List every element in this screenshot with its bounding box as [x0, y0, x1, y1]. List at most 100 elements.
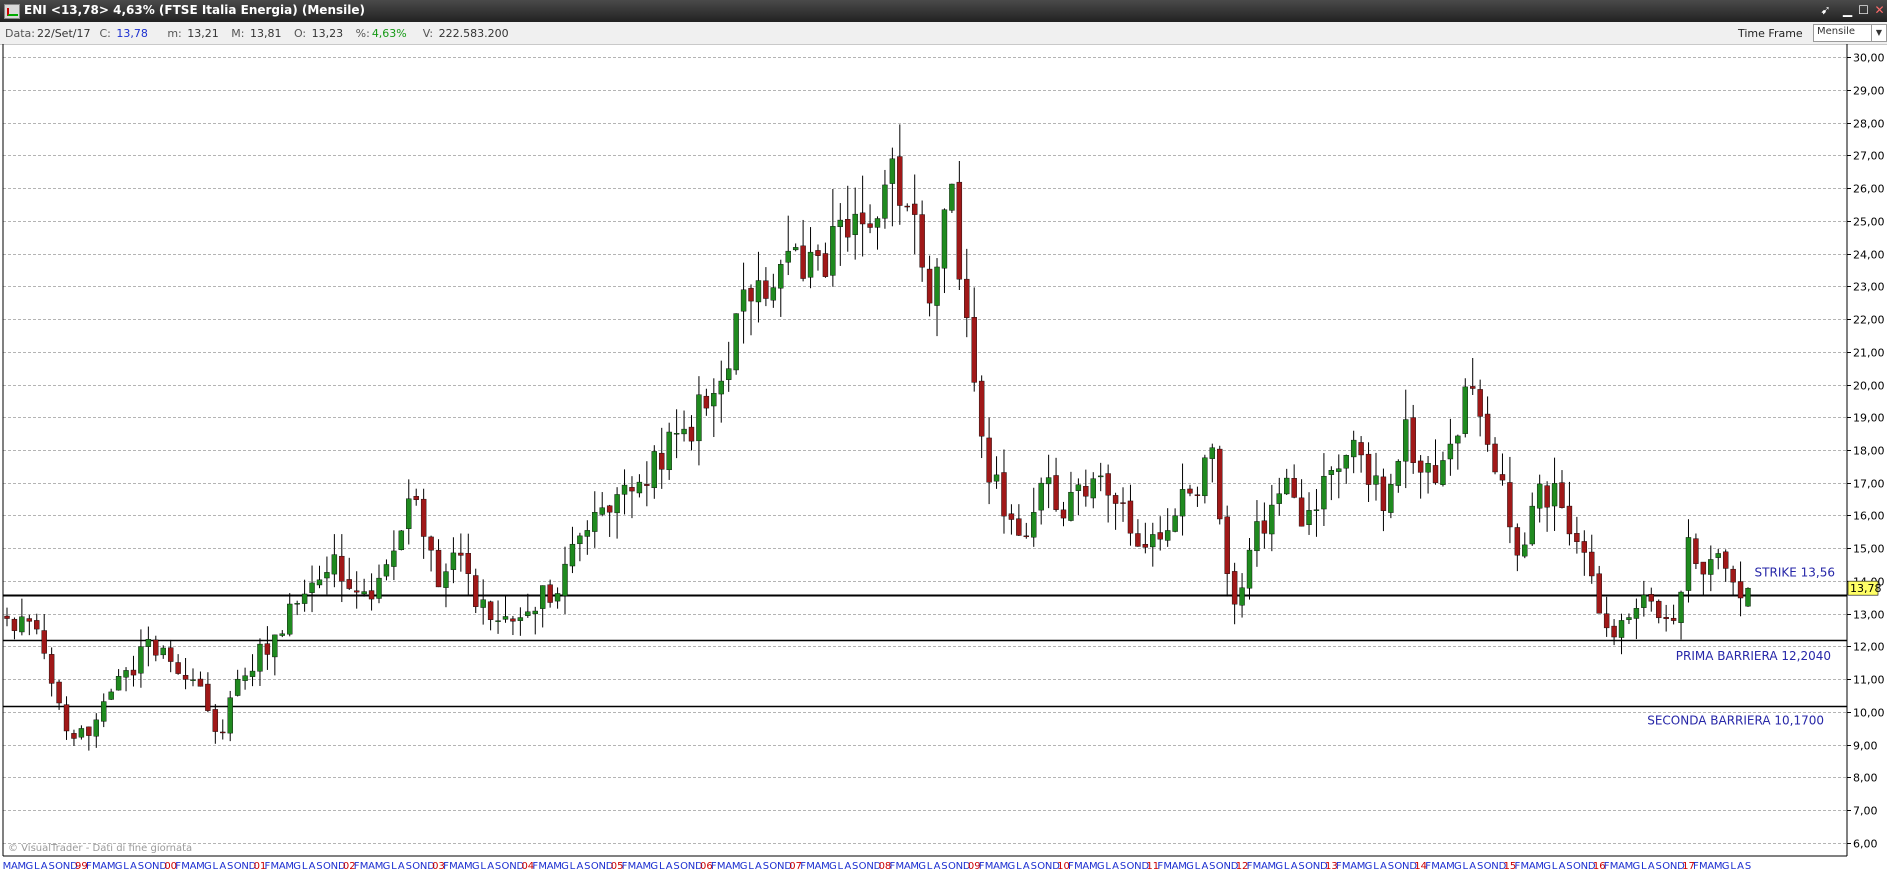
- x-month-label: L: [1730, 861, 1736, 872]
- candle-body: [71, 733, 77, 739]
- maximize-icon[interactable]: ☐: [1856, 3, 1871, 18]
- x-month-label: L: [1462, 861, 1468, 872]
- candle-body: [272, 634, 278, 658]
- x-month-label: L: [34, 861, 40, 872]
- x-month-label: S: [584, 861, 590, 872]
- level-lines: [3, 594, 1847, 708]
- x-month-label: S: [316, 861, 322, 872]
- candle-body: [227, 697, 233, 734]
- x-month-label: S: [1388, 861, 1394, 872]
- x-month-label: A: [1648, 861, 1655, 872]
- candle-body: [1358, 442, 1364, 456]
- y-tick-label: 6,00: [1853, 838, 1878, 851]
- candle-body: [569, 543, 576, 567]
- x-month-label: G: [1275, 861, 1283, 872]
- x-month-label: G: [1543, 861, 1551, 872]
- label-strike: STRIKE 13,56: [1755, 565, 1835, 579]
- candle-body: [614, 494, 620, 514]
- candle-body: [1440, 460, 1446, 485]
- x-month-label: A: [1291, 861, 1298, 872]
- candle-body: [1388, 484, 1394, 513]
- candle-body: [220, 731, 226, 734]
- close-icon[interactable]: ✕: [1872, 3, 1887, 18]
- quote-summary: Data: 22/Set/17 C: 13,78 m: 13,21 M: 13,8…: [5, 27, 511, 40]
- close-value: 13,78: [116, 27, 148, 40]
- candle-body: [4, 615, 10, 619]
- candle-body: [1603, 613, 1610, 629]
- x-month-label: G: [1633, 861, 1641, 872]
- candle-body: [1298, 497, 1305, 527]
- candle-body: [725, 368, 732, 380]
- pin-icon[interactable]: ➹: [1818, 3, 1833, 18]
- x-month-label: L: [1552, 861, 1558, 872]
- x-month-label: G: [1008, 861, 1016, 872]
- candle-body: [956, 181, 963, 280]
- candle-body: [1127, 500, 1134, 534]
- x-month-label: L: [1195, 861, 1201, 872]
- candle-body: [740, 289, 747, 312]
- candle-body: [904, 205, 910, 208]
- candle-body: [1328, 470, 1335, 475]
- minimize-icon[interactable]: ▁: [1840, 3, 1855, 18]
- x-month-label: S: [406, 861, 412, 872]
- candle-body: [242, 675, 248, 681]
- timeframe-value: Mensile: [1817, 26, 1856, 37]
- candle-body: [1730, 568, 1736, 583]
- candle-body: [1157, 532, 1163, 540]
- x-month-label: S: [763, 861, 769, 872]
- candle-body: [1261, 520, 1268, 534]
- candle-body: [1217, 448, 1223, 520]
- candle-body: [1462, 386, 1468, 434]
- candle-body: [406, 498, 412, 529]
- candle-body: [733, 313, 739, 371]
- candle-body: [525, 611, 531, 616]
- candle-body: [413, 496, 419, 500]
- x-month-label: G: [1365, 861, 1373, 872]
- candle-body: [1715, 553, 1721, 558]
- candle-body: [1321, 475, 1327, 510]
- x-month-label: S: [1477, 861, 1483, 872]
- low-value: 13,21: [187, 27, 219, 40]
- candle-body: [1083, 486, 1089, 497]
- y-tick-label: 16,00: [1853, 510, 1885, 523]
- candle-body: [138, 646, 144, 674]
- candle-body: [190, 679, 196, 681]
- y-tick-label: 12,00: [1853, 641, 1885, 654]
- x-month-label: A: [1737, 861, 1744, 872]
- candle-body: [182, 675, 189, 680]
- candle-body: [592, 512, 598, 532]
- candle-body: [1663, 617, 1669, 620]
- date-label: Data:: [5, 27, 35, 40]
- candle-body: [912, 203, 918, 215]
- candle-body: [1417, 460, 1424, 473]
- x-month-label: A: [1469, 861, 1476, 872]
- y-tick-label: 18,00: [1853, 445, 1885, 458]
- candle-body: [331, 554, 338, 575]
- candle-body: [78, 728, 85, 738]
- candle-body: [175, 662, 181, 674]
- candle-body: [636, 481, 643, 494]
- candle-body: [1477, 389, 1483, 417]
- candle-body: [778, 264, 784, 289]
- candle-body: [934, 266, 940, 306]
- candle-body: [264, 643, 271, 655]
- candle-body: [167, 647, 174, 662]
- x-month-label: A: [398, 861, 405, 872]
- candle-body: [703, 395, 710, 409]
- timeframe-select[interactable]: Mensile ▼: [1813, 24, 1887, 42]
- candle-body: [1276, 493, 1282, 504]
- candle-body: [443, 571, 449, 588]
- candle-body: [718, 380, 724, 395]
- x-month-label: M: [1610, 861, 1619, 872]
- candle-body: [1365, 453, 1372, 485]
- chevron-down-icon[interactable]: ▼: [1871, 25, 1886, 41]
- x-month-label: G: [829, 861, 837, 872]
- x-month-label: L: [1373, 861, 1379, 872]
- candle-body: [1745, 587, 1751, 607]
- x-month-label: A: [844, 861, 851, 872]
- candle-body: [837, 219, 843, 228]
- x-month-label: L: [302, 861, 308, 872]
- candle-body: [160, 647, 166, 656]
- candle-body: [1648, 594, 1654, 602]
- candle-body: [93, 719, 99, 737]
